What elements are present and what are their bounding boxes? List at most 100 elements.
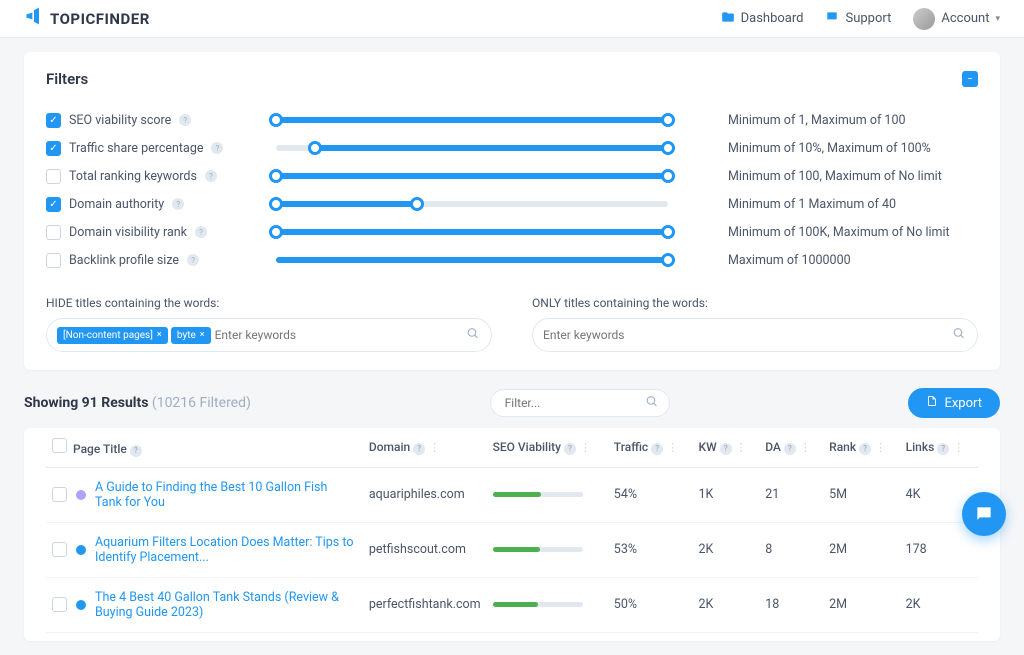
hide-input-wrap[interactable]: [Non-content pages]× byte×	[46, 318, 492, 352]
col-traffic[interactable]: Traffic	[614, 440, 648, 454]
col-links[interactable]: Links	[906, 440, 935, 454]
help-icon[interactable]: ?	[413, 443, 425, 455]
results-showing: Showing 91 Results	[24, 395, 148, 411]
export-label: Export	[944, 396, 982, 411]
col-seo[interactable]: SEO Viability	[493, 440, 561, 454]
slider-handle[interactable]	[661, 113, 675, 127]
row-checkbox[interactable]	[52, 487, 67, 502]
hide-input[interactable]	[215, 328, 455, 342]
filter-desc: Minimum of 100, Maximum of No limit	[728, 169, 978, 184]
filter-row: Traffic share percentage ? Minimum of 10…	[46, 134, 978, 162]
help-icon[interactable]: ?	[172, 198, 184, 210]
cell-domain: perfectfishtank.com	[363, 577, 487, 632]
range-slider[interactable]	[276, 145, 668, 151]
range-slider[interactable]	[276, 173, 668, 179]
slider-handle[interactable]	[661, 253, 675, 267]
range-slider[interactable]	[276, 229, 668, 235]
only-input-wrap[interactable]	[532, 318, 978, 352]
cell-rank: 2M	[823, 577, 899, 632]
col-domain[interactable]: Domain	[369, 440, 410, 454]
range-slider[interactable]	[276, 201, 668, 207]
filter-checkbox[interactable]	[46, 169, 61, 184]
cell-links: 178	[900, 522, 978, 577]
range-slider[interactable]	[276, 257, 668, 263]
table-row: The 4 Best 40 Gallon Tank Stands (Review…	[46, 577, 978, 632]
help-icon[interactable]: ?	[937, 443, 949, 455]
filter-checkbox[interactable]	[46, 225, 61, 240]
filter-checkbox[interactable]	[46, 141, 61, 156]
help-icon[interactable]: ?	[179, 114, 191, 126]
help-icon[interactable]: ?	[187, 254, 199, 266]
remove-tag-icon[interactable]: ×	[157, 330, 162, 340]
page-title-link[interactable]: A Guide to Finding the Best 10 Gallon Fi…	[95, 480, 357, 510]
results-filter-input[interactable]	[490, 389, 670, 417]
help-icon[interactable]: ?	[859, 443, 871, 455]
row-checkbox[interactable]	[52, 542, 67, 557]
page-title-link[interactable]: Aquarium Filters Location Does Matter: T…	[95, 535, 357, 565]
cell-kw: 2K	[693, 577, 760, 632]
help-icon[interactable]: ?	[211, 142, 223, 154]
only-keywords: ONLY titles containing the words:	[532, 296, 978, 352]
table-row: Aquarium Filters Location Does Matter: T…	[46, 522, 978, 577]
help-icon[interactable]: ?	[784, 443, 796, 455]
avatar	[913, 8, 935, 30]
slider-handle[interactable]	[661, 141, 675, 155]
only-input[interactable]	[543, 328, 941, 342]
remove-tag-icon[interactable]: ×	[200, 330, 205, 340]
filter-checkbox[interactable]	[46, 113, 61, 128]
slider-handle[interactable]	[410, 197, 424, 211]
nav-support[interactable]: Support	[825, 10, 891, 28]
export-button[interactable]: Export	[908, 388, 1000, 418]
brand-logo[interactable]: TOPICFINDER	[24, 6, 150, 31]
range-slider[interactable]	[276, 117, 668, 123]
help-icon[interactable]: ?	[720, 443, 732, 455]
results-filtered: (10216 Filtered)	[152, 395, 251, 411]
table-row: A Guide to Finding the Best 10 Gallon Fi…	[46, 467, 978, 522]
keyword-tag: [Non-content pages]×	[57, 327, 168, 344]
results-panel: Page Title ? Domain ?⋮ SEO Viability ?⋮ …	[24, 428, 1000, 641]
filter-label: SEO viability score	[69, 113, 171, 128]
nav-account[interactable]: Account ▾	[913, 8, 1000, 30]
help-icon[interactable]: ?	[130, 445, 142, 457]
filter-checkbox[interactable]	[46, 197, 61, 212]
col-da[interactable]: DA	[765, 440, 781, 454]
column-drag-icon[interactable]: ⋮	[871, 441, 886, 454]
col-kw[interactable]: KW	[699, 440, 717, 454]
help-icon[interactable]: ?	[195, 226, 207, 238]
help-icon[interactable]: ?	[651, 443, 663, 455]
column-drag-icon[interactable]: ⋮	[576, 441, 591, 454]
page-title-link[interactable]: The 4 Best 40 Gallon Tank Stands (Review…	[95, 590, 357, 620]
slider-handle[interactable]	[661, 169, 675, 183]
column-drag-icon[interactable]: ⋮	[732, 441, 747, 454]
collapse-button[interactable]: −	[962, 71, 978, 87]
help-icon[interactable]: ?	[564, 443, 576, 455]
nav-dashboard[interactable]: Dashboard	[721, 10, 804, 28]
slider-handle[interactable]	[269, 197, 283, 211]
results-bar: Showing 91 Results (10216 Filtered) Expo…	[24, 388, 1000, 418]
col-rank[interactable]: Rank	[829, 440, 856, 454]
megaphone-icon	[24, 6, 44, 31]
column-drag-icon[interactable]: ⋮	[949, 441, 964, 454]
help-icon[interactable]: ?	[205, 170, 217, 182]
hide-keywords: HIDE titles containing the words: [Non-c…	[46, 296, 492, 352]
slider-handle[interactable]	[308, 141, 322, 155]
filter-desc: Minimum of 100K, Maximum of No limit	[728, 225, 978, 240]
row-checkbox[interactable]	[52, 597, 67, 612]
column-drag-icon[interactable]: ⋮	[796, 441, 811, 454]
keyword-tag: byte×	[171, 327, 211, 344]
slider-handle[interactable]	[269, 169, 283, 183]
slider-handle[interactable]	[269, 225, 283, 239]
slider-handle[interactable]	[269, 113, 283, 127]
column-drag-icon[interactable]: ⋮	[663, 441, 678, 454]
brand-text: TOPICFINDER	[50, 10, 150, 28]
folder-icon	[721, 10, 735, 28]
filter-label: Domain visibility rank	[69, 225, 187, 240]
filter-checkbox[interactable]	[46, 253, 61, 268]
select-all-checkbox[interactable]	[52, 438, 67, 453]
cell-traffic: 54%	[608, 467, 693, 522]
col-page-title[interactable]: Page Title	[73, 442, 127, 456]
slider-handle[interactable]	[661, 225, 675, 239]
column-drag-icon[interactable]: ⋮	[425, 441, 440, 454]
chat-widget[interactable]	[962, 492, 1006, 536]
chat-icon	[825, 10, 839, 28]
